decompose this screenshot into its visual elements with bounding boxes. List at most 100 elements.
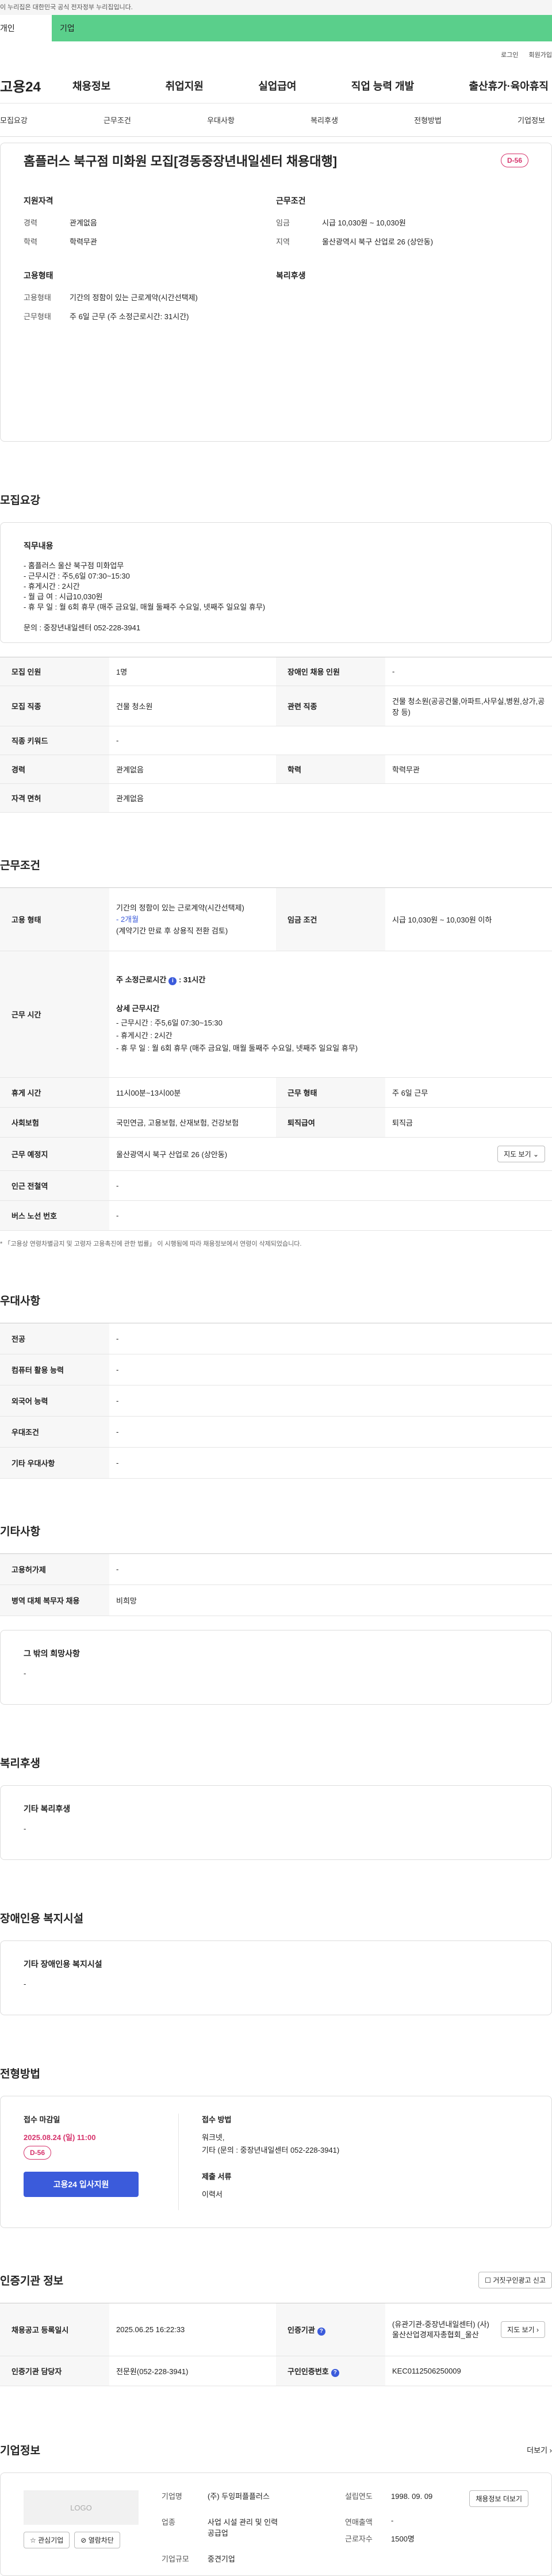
welfare-box: 기타 복리후생 - — [0, 1785, 552, 1860]
row-value: 울산광역시 북구 산업로 26 (상안동) 지도 보기 ⌄ — [109, 1137, 552, 1171]
anchor-apply[interactable]: 전형방법 — [414, 114, 442, 125]
table-row: 외국어 능력 - — [0, 1385, 552, 1417]
row-label: 병역 대체 복무자 채용 — [0, 1584, 109, 1616]
anchor-pref[interactable]: 우대사항 — [207, 114, 235, 125]
table-row: 인근 전철역 - — [0, 1170, 552, 1201]
user-type-tabs: 개인 기업 — [0, 15, 552, 41]
disab-box-value: - — [24, 1980, 26, 1988]
block-label: 열람차단 — [88, 2536, 114, 2544]
table-row: 고용 형태 기간의 정함이 있는 근로계약(시간선택제) - 2개월 (계약기간… — [0, 887, 552, 951]
row-label: 전공 — [0, 1323, 109, 1354]
table-row: 기타 우대사항 - — [0, 1447, 552, 1479]
company-more-label: 더보기 — [527, 2445, 548, 2455]
row-label: 근무 형태 — [276, 1077, 385, 1108]
table-row: 경력 관계없음 학력 학력무관 — [0, 755, 552, 784]
row-label: 인근 전철역 — [0, 1170, 109, 1201]
job-desc-line — [24, 613, 528, 623]
row-value: 주 6일 근무 — [385, 1077, 552, 1108]
sales-value: - — [391, 2516, 394, 2525]
method-label: 접수 방법 — [202, 2115, 232, 2124]
info-icon[interactable]: ? — [317, 2327, 325, 2336]
anchor-work[interactable]: 근무조건 — [103, 114, 131, 125]
row-value: 퇴직금 — [385, 1107, 552, 1138]
info-icon[interactable]: ? — [331, 2368, 339, 2377]
recruit-heading: 모집요강 — [0, 494, 40, 507]
disab-heading: 장애인용 복지시설 — [0, 1912, 84, 1925]
no-label: 구인인증번호 — [288, 2367, 329, 2376]
etc-table: 고용허가제 - 병역 대체 복무자 채용 비희망 — [0, 1553, 552, 1616]
anchor-company[interactable]: 기업정보 — [518, 114, 545, 125]
table-row: 사회보험 국민연금, 고용보험, 산재보험, 건강보험 퇴직급여 퇴직금 — [0, 1107, 552, 1138]
row-value: - — [385, 657, 552, 686]
deadline-label: 접수 마감일 — [24, 2115, 60, 2124]
chevron-down-icon: ⌄ — [532, 1150, 539, 1158]
row-label: 구인인증번호? — [276, 2356, 385, 2386]
job-desc-title: 직무내용 — [24, 541, 53, 550]
fav-company-button[interactable]: ☆ 관심기업 — [24, 2532, 70, 2548]
company-more-link[interactable]: 더보기 › — [527, 2444, 552, 2455]
detail-hours-label: 상세 근무시간 — [116, 1004, 160, 1013]
row-value: - — [109, 1323, 552, 1354]
company-jobs-button[interactable]: 채용정보 더보기 — [469, 2490, 528, 2507]
etc-heading: 기타사항 — [0, 1525, 40, 1538]
tab-individual[interactable]: 개인 — [0, 15, 52, 41]
emp-value-1: 기간의 정함이 있는 근로계약(시간선택제) — [116, 903, 244, 912]
doc-value: 이력서 — [202, 2190, 223, 2199]
gnb-item-leave[interactable]: 출산휴가·육아휴직 — [469, 78, 549, 93]
employees-value: 1500명 — [391, 2535, 415, 2543]
est-value: 1998. 09. 09 — [391, 2492, 433, 2501]
welfare-heading: 복리후생 — [276, 271, 306, 280]
org-label: 인증기관 — [288, 2325, 315, 2334]
agency-heading: 인증기관 정보 — [0, 2275, 64, 2287]
region-value: 울산광역시 북구 산업로 26 (상안동) — [322, 238, 434, 246]
table-row: 자격 면허 관계없음 — [0, 783, 552, 813]
emptype-value: 기간의 정함이 있는 근로계약(시간선택제) — [70, 293, 198, 302]
edu-value: 학력무관 — [70, 238, 97, 246]
agency-map-button[interactable]: 지도 보기 › — [501, 2321, 545, 2338]
report-button[interactable]: ☐ 거짓구인광고 신고 — [478, 2271, 552, 2288]
table-row: 컴퓨터 활용 능력 - — [0, 1354, 552, 1385]
detail-hours-line: - 휴 무 일 : 월 6회 휴무 (매주 금요일, 매월 둘째주 수요일, 넷… — [116, 1044, 358, 1052]
table-row: 휴게 시간 11시00분~13시00분 근무 형태 주 6일 근무 — [0, 1077, 552, 1108]
gnb-item-training[interactable]: 직업 능력 개발 — [351, 78, 414, 93]
emptype-label: 고용형태 — [24, 293, 51, 302]
anchor-recruit[interactable]: 모집요강 — [0, 114, 28, 125]
job-desc-line: - 휴 무 일 : 월 6회 휴무 (매주 금요일, 매월 둘째주 수요일, 넷… — [24, 603, 266, 611]
row-label: 모집 인원 — [0, 657, 109, 686]
row-value: KEC0112506250009 — [385, 2356, 552, 2386]
row-value: - — [109, 1416, 552, 1448]
job-desc-line: - 근무시간 : 주5,6일 07:30~15:30 — [24, 572, 130, 580]
row-value: 2025.06.25 16:22:33 — [109, 2303, 276, 2356]
region-label: 지역 — [276, 238, 290, 246]
row-label: 경력 — [0, 755, 109, 784]
worktype-label: 근무형태 — [24, 312, 51, 321]
qual-heading: 지원자격 — [24, 196, 53, 205]
map-view-label: 지도 보기 — [504, 1150, 531, 1158]
deadline-value: 2025.08.24 (일) 11:00 — [24, 2133, 96, 2142]
global-nav: 고용24 채용정보 취업지원 실업급여 직업 능력 개발 출산휴가·육아휴직 — [0, 68, 552, 104]
info-icon[interactable]: i — [168, 977, 177, 985]
gnb-item-support[interactable]: 취업지원 — [166, 78, 204, 93]
company-heading: 기업정보 — [0, 2444, 40, 2457]
tab-company[interactable]: 기업 — [52, 15, 552, 41]
row-label: 우대조건 — [0, 1416, 109, 1448]
row-label: 인증기관? — [276, 2303, 385, 2356]
site-logo[interactable]: 고용24 — [0, 75, 72, 95]
signup-link[interactable]: 회원가입 — [529, 50, 552, 59]
apply-button[interactable]: 고용24 입사지원 — [24, 2172, 139, 2197]
table-row: 모집 인원 1명 장애인 채용 인원 - — [0, 657, 552, 686]
login-link[interactable]: 로그인 — [501, 50, 518, 59]
etc-wish-box: 그 밖의 희망사항 - — [0, 1630, 552, 1705]
map-view-button[interactable]: 지도 보기 ⌄ — [497, 1146, 545, 1162]
table-row: 병역 대체 복무자 채용 비희망 — [0, 1584, 552, 1616]
edu-label: 학력 — [24, 238, 37, 246]
gnb-item-benefit[interactable]: 실업급여 — [258, 78, 296, 93]
dday-badge: D-56 — [500, 154, 528, 167]
block-company-button[interactable]: ⊘ 열람차단 — [74, 2532, 120, 2548]
row-label: 인증기관 담당자 — [0, 2356, 109, 2386]
table-row: 근무 예정지 울산광역시 북구 산업로 26 (상안동) 지도 보기 ⌄ — [0, 1137, 552, 1171]
anchor-welfare[interactable]: 복리후생 — [310, 114, 338, 125]
gnb-item-jobs[interactable]: 채용정보 — [72, 78, 110, 93]
anchor-nav: 모집요강 근무조건 우대사항 복리후생 전형방법 기업정보 — [0, 104, 552, 137]
job-summary-card: 홈플러스 북구점 미화원 모집[경동중장년내일센터 채용대행] D-56 지원자… — [0, 143, 552, 442]
